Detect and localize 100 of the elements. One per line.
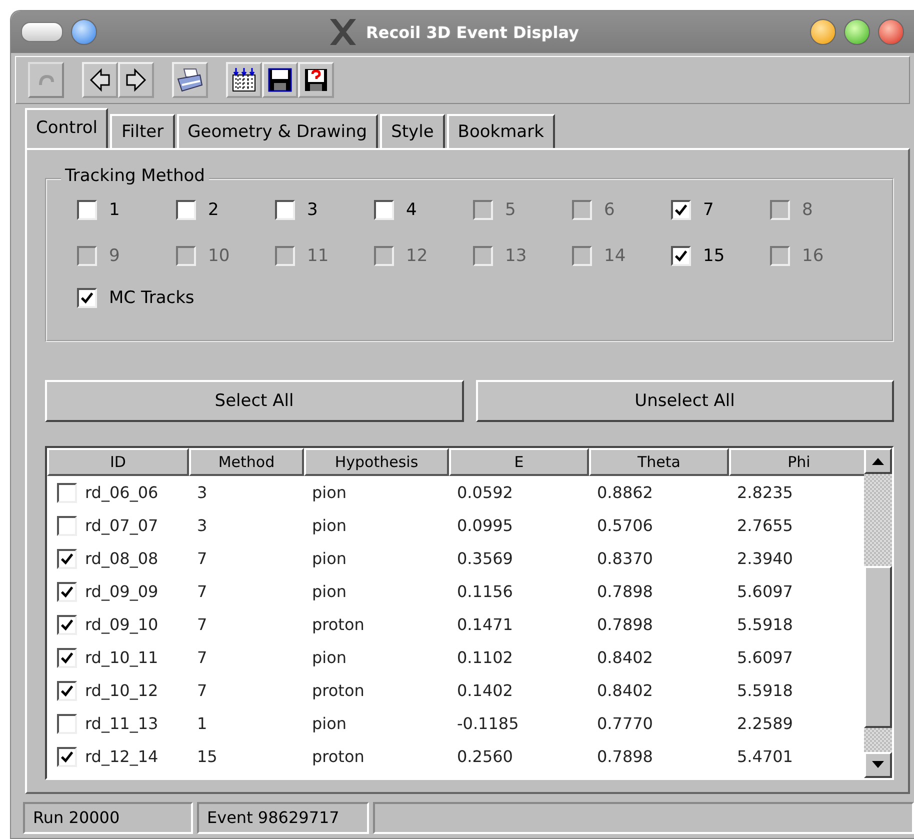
tab[interactable]: Filter (110, 114, 175, 148)
column-header[interactable]: Method (189, 448, 304, 476)
table-cell: pion (312, 549, 347, 568)
tab[interactable]: Style (380, 114, 445, 148)
column-header[interactable]: Phi (729, 448, 864, 476)
table-cell: 0.1402 (457, 681, 513, 700)
table-cell: 0.8862 (597, 483, 653, 502)
grid-download-icon (231, 67, 257, 93)
checkbox-label: 4 (406, 200, 417, 220)
table-cell: 0.8402 (597, 648, 653, 667)
row-checkbox[interactable] (57, 516, 77, 536)
table-cell: 0.0995 (457, 516, 513, 535)
right-arrow-icon (125, 68, 147, 92)
checkbox-label: 2 (208, 200, 219, 220)
row-checkbox[interactable] (57, 714, 77, 734)
table-cell: 3 (197, 516, 208, 535)
checkbox-label: 13 (505, 246, 527, 266)
table-cell: 15 (197, 747, 218, 766)
checkbox-label: 9 (109, 246, 120, 266)
table-cell: 0.1102 (457, 648, 513, 667)
table-cell: rd_06_06 (85, 483, 158, 502)
table-cell: 0.1471 (457, 615, 513, 634)
table-cell: rd_09_10 (85, 615, 158, 634)
table-cell: rd_07_07 (85, 516, 158, 535)
table-cell: 0.7770 (597, 714, 653, 733)
checkbox-label: 3 (307, 200, 318, 220)
table-cell: pion (312, 516, 347, 535)
column-header[interactable]: Hypothesis (304, 448, 449, 476)
table-cell: 7 (197, 648, 208, 667)
checkbox-label: 6 (604, 200, 615, 220)
row-checkbox[interactable] (57, 582, 77, 602)
status-field: Run 20000 (23, 802, 193, 834)
table-cell: 0.8370 (597, 549, 653, 568)
menu-button[interactable] (71, 19, 97, 45)
table-cell: 0.7898 (597, 615, 653, 634)
table-cell: proton (312, 747, 364, 766)
column-header[interactable]: Theta (589, 448, 729, 476)
column-header[interactable]: ID (47, 448, 189, 476)
table-cell: 7 (197, 615, 208, 634)
maximize-button[interactable] (844, 19, 870, 45)
table-cell: 2.7655 (737, 516, 793, 535)
scroll-down-button[interactable] (864, 752, 892, 778)
checkbox-label: 16 (802, 246, 824, 266)
table-cell: 0.7898 (597, 747, 653, 766)
checkbox-label: 15 (703, 246, 725, 266)
checkbox[interactable] (77, 288, 97, 308)
toolbar-button[interactable] (226, 62, 262, 98)
checkbox-label: 7 (703, 200, 714, 220)
table-cell: 0.0592 (457, 483, 513, 502)
table-cell: proton (312, 615, 364, 634)
close-button[interactable] (878, 19, 904, 45)
row-checkbox[interactable] (57, 482, 77, 502)
up-triangle-icon (872, 457, 884, 465)
toolbar-button[interactable] (298, 62, 334, 98)
action-button[interactable]: Unselect All (476, 380, 894, 422)
table-cell: -0.1185 (457, 714, 519, 733)
tab[interactable]: Control (25, 108, 108, 148)
table-cell: proton (312, 681, 364, 700)
action-button[interactable]: Select All (45, 380, 464, 422)
row-checkbox[interactable] (57, 548, 77, 568)
row-checkbox[interactable] (57, 680, 77, 700)
column-header[interactable]: E (449, 448, 589, 476)
checkbox[interactable] (671, 246, 691, 266)
row-checkbox[interactable] (57, 614, 77, 634)
checkbox[interactable] (176, 200, 196, 220)
scroll-up-button[interactable] (864, 448, 892, 474)
scroll-thumb[interactable] (864, 566, 892, 728)
tab[interactable]: Bookmark (446, 114, 555, 148)
floppy-help-icon (304, 68, 328, 92)
window-title: Recoil 3D Event Display (366, 22, 579, 42)
checkbox[interactable] (275, 200, 295, 220)
table-cell: rd_10_12 (85, 681, 158, 700)
row-checkbox[interactable] (57, 746, 77, 766)
scrollbar[interactable] (864, 448, 892, 778)
table-cell: rd_09_09 (85, 582, 158, 601)
printer-icon (176, 67, 204, 93)
table-cell: rd_12_14 (85, 747, 158, 766)
tab[interactable]: Geometry & Drawing (176, 114, 378, 148)
checkbox[interactable] (671, 200, 691, 220)
table-cell: 0.7898 (597, 582, 653, 601)
toolbar-button[interactable] (172, 62, 208, 98)
toolbar-button[interactable] (82, 62, 118, 98)
checkbox-label: 8 (802, 200, 813, 220)
table-cell: 5.5918 (737, 681, 793, 700)
checkbox-label: 11 (307, 246, 329, 266)
table-cell: 2.3940 (737, 549, 793, 568)
shade-button[interactable] (21, 22, 63, 42)
table-cell: rd_08_08 (85, 549, 158, 568)
checkbox[interactable] (77, 200, 97, 220)
minimize-button[interactable] (810, 19, 836, 45)
checkbox[interactable] (374, 200, 394, 220)
checkbox-label: 10 (208, 246, 230, 266)
status-field: Event 98629717 (197, 802, 369, 834)
left-arrow-icon (89, 68, 111, 92)
floppy-disk-icon (268, 68, 292, 92)
group-title: Tracking Method (61, 166, 209, 186)
toolbar-button[interactable] (262, 62, 298, 98)
toolbar-button[interactable] (118, 62, 154, 98)
row-checkbox[interactable] (57, 648, 77, 668)
table-cell: 2.8235 (737, 483, 793, 502)
